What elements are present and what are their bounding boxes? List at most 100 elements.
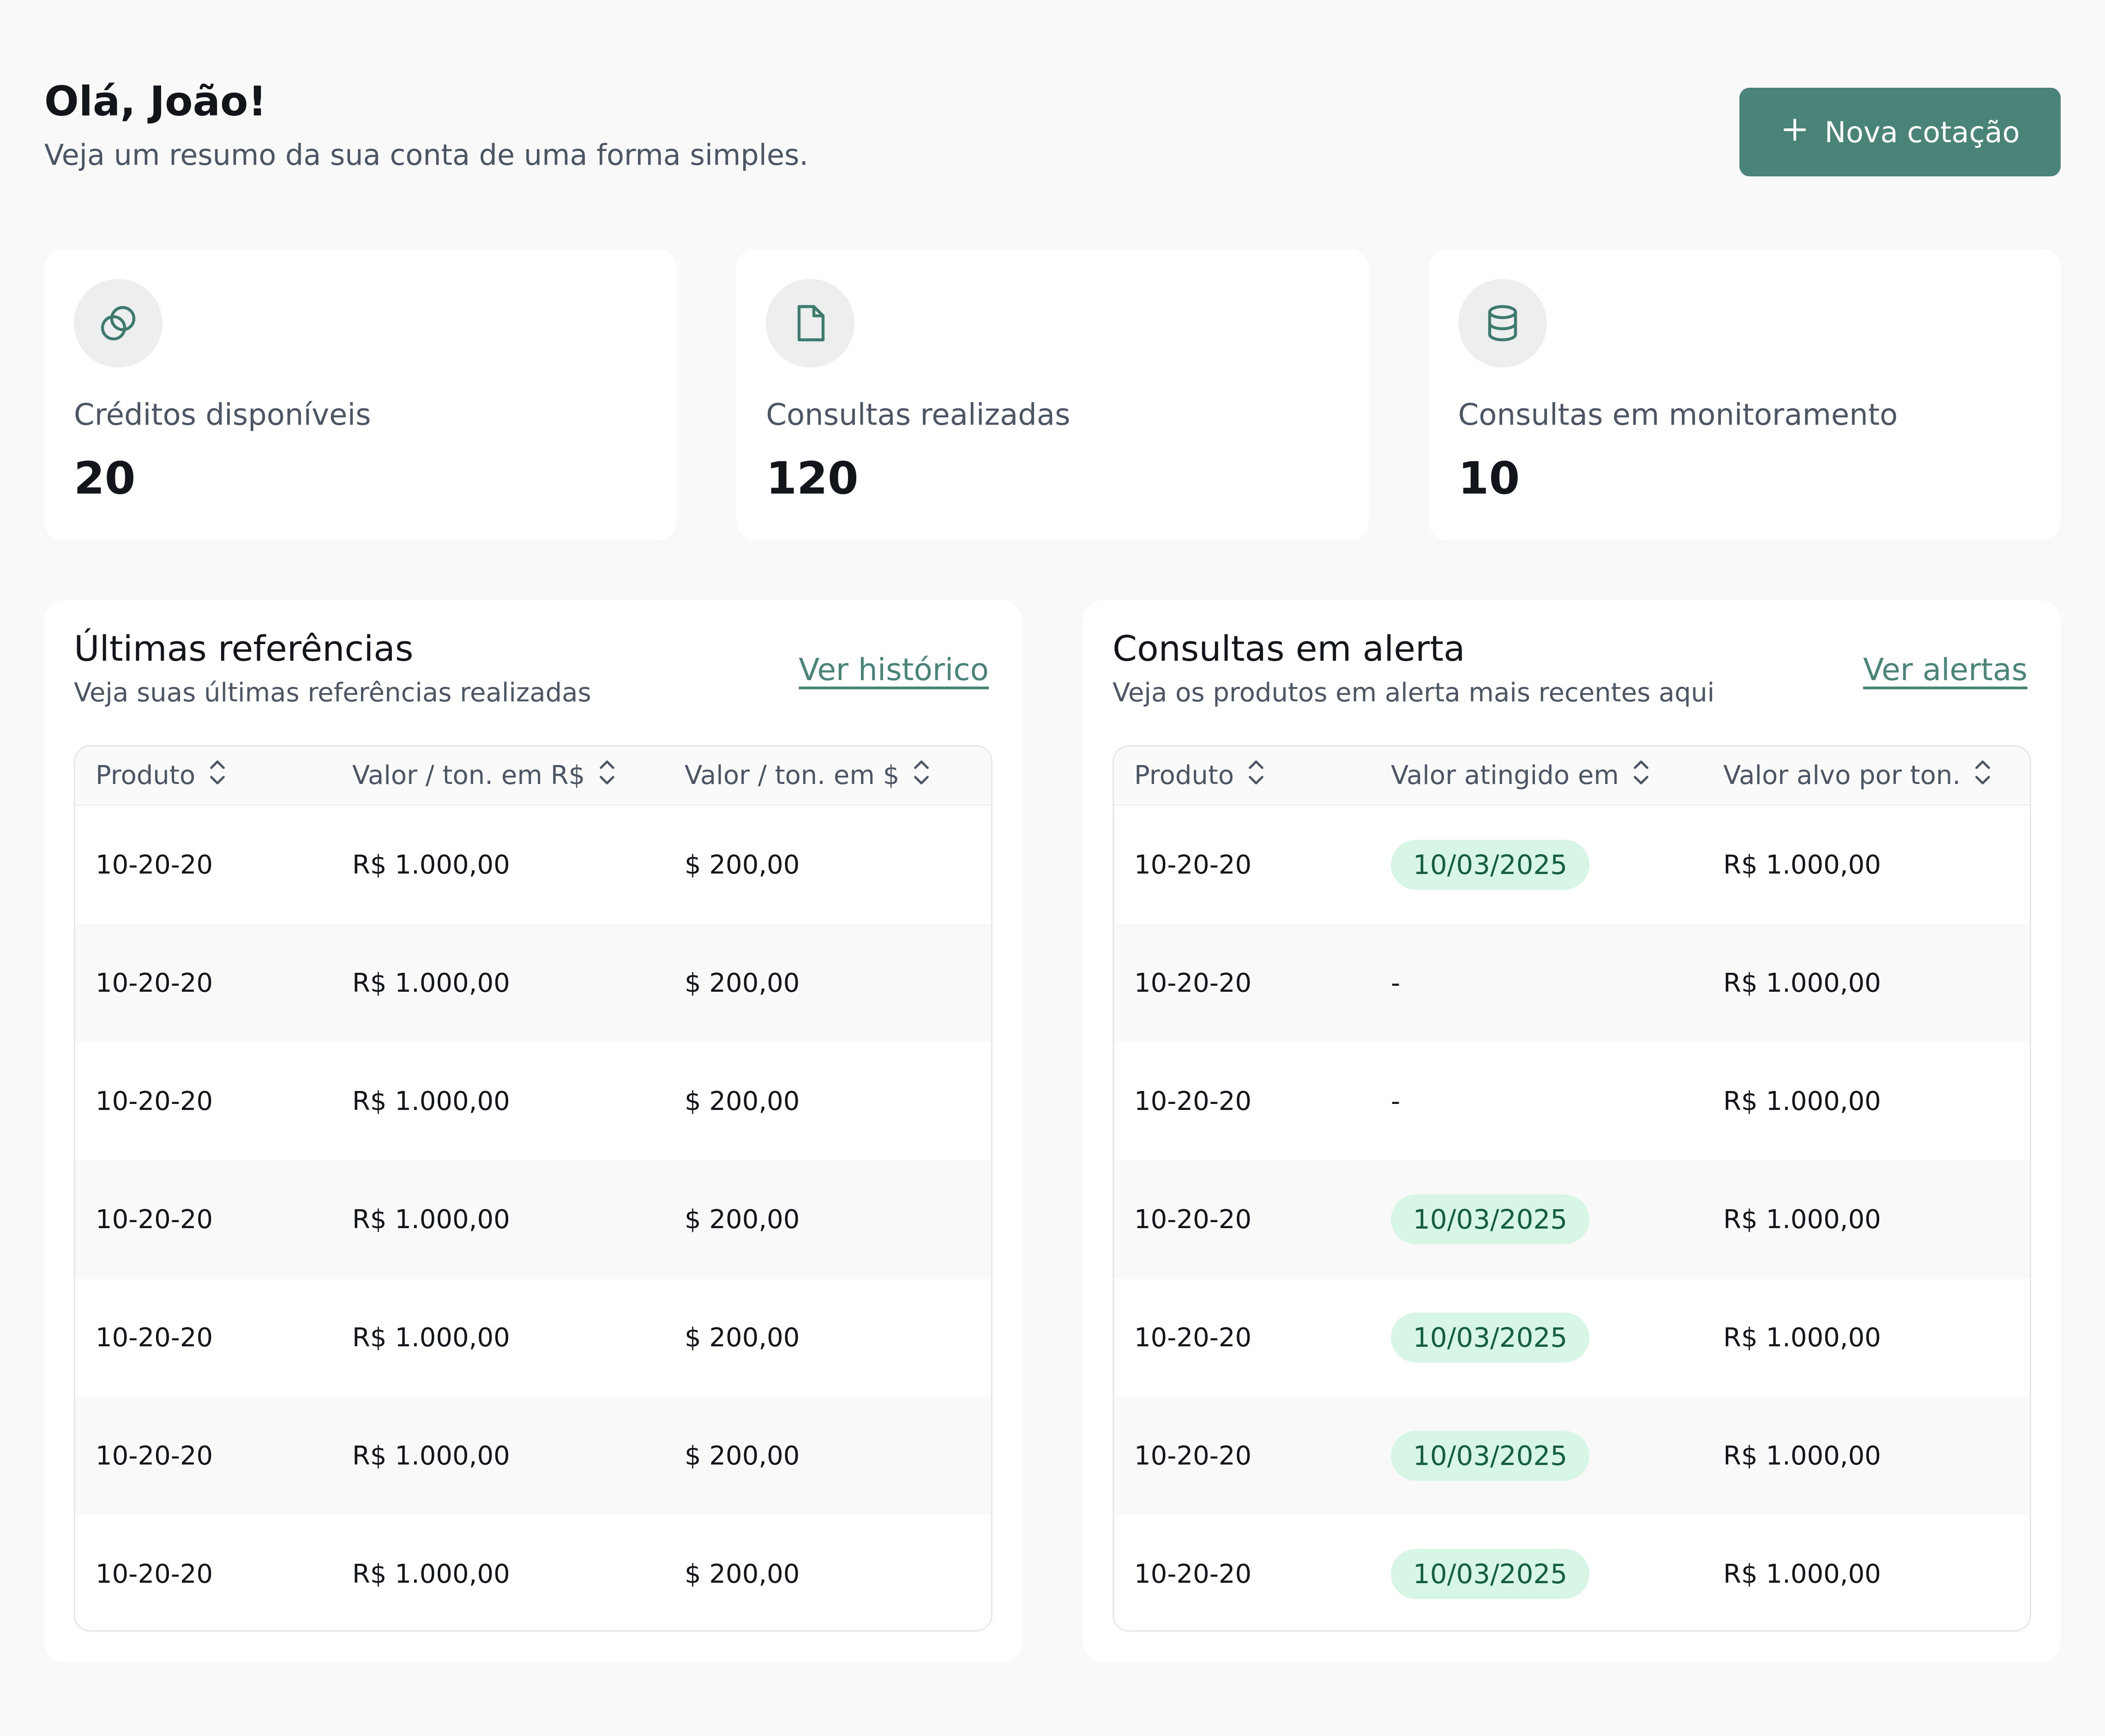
- stat-value: 20: [74, 452, 136, 504]
- column-header[interactable]: Valor / ton. em R$: [352, 759, 685, 793]
- stat-value: 120: [766, 452, 859, 504]
- coins-icon: [74, 279, 162, 368]
- date-badge: 10/03/2025: [1391, 840, 1590, 890]
- table-row[interactable]: 10-20-20 R$ 1.000,00 $ 200,00: [75, 806, 991, 924]
- column-header[interactable]: Valor / ton. em $: [685, 759, 989, 793]
- table-row[interactable]: 10-20-20 10/03/2025 R$ 1.000,00: [1114, 806, 2030, 924]
- cell-product: 10-20-20: [96, 1086, 213, 1116]
- cell-reached-date: 10/03/2025: [1391, 1431, 1723, 1481]
- date-badge: 10/03/2025: [1391, 1194, 1590, 1244]
- cell-value-usd: $ 200,00: [685, 1086, 800, 1116]
- sort-icon: [208, 759, 227, 793]
- alerts-panel: Consultas em alerta Veja os produtos em …: [1083, 600, 2061, 1662]
- table-row[interactable]: 10-20-20 10/03/2025 R$ 1.000,00: [1114, 1160, 2030, 1278]
- stat-card-queries: Consultas realizadas 120: [736, 249, 1369, 540]
- cell-product: 10-20-20: [1134, 1086, 1252, 1116]
- references-table: Produto Valor / ton. em R$ Valor / ton. …: [74, 745, 992, 1632]
- cell-product: 10-20-20: [1134, 850, 1252, 880]
- cell-value-usd: $ 200,00: [685, 1559, 800, 1589]
- file-icon: [766, 279, 855, 368]
- view-history-link[interactable]: Ver histórico: [799, 652, 989, 687]
- column-header[interactable]: Produto: [1114, 759, 1391, 793]
- stat-card-monitoring: Consultas em monitoramento 10: [1428, 249, 2061, 540]
- table-row[interactable]: 10-20-20 10/03/2025 R$ 1.000,00: [1114, 1397, 2030, 1515]
- plus-icon: [1780, 109, 1810, 151]
- cell-product: 10-20-20: [1134, 968, 1252, 998]
- table-row[interactable]: 10-20-20 R$ 1.000,00 $ 200,00: [75, 1160, 991, 1278]
- cell-product: 10-20-20: [1134, 1322, 1252, 1353]
- sort-icon: [598, 759, 616, 793]
- stat-label: Consultas em monitoramento: [1458, 398, 1898, 432]
- alerts-title: Consultas em alerta: [1113, 628, 1465, 669]
- cell-product: 10-20-20: [96, 1204, 213, 1235]
- table-header: Produto Valor atingido em Valor alvo por…: [1114, 747, 2030, 806]
- date-badge: 10/03/2025: [1391, 1431, 1590, 1481]
- references-title: Últimas referências: [74, 628, 414, 669]
- cell-product: 10-20-20: [96, 850, 213, 880]
- cell-value-usd: $ 200,00: [685, 1322, 800, 1353]
- cell-product: 10-20-20: [96, 1441, 213, 1471]
- table-row[interactable]: 10-20-20 - R$ 1.000,00: [1114, 924, 2030, 1042]
- cell-reached-date: -: [1391, 968, 1401, 998]
- column-header[interactable]: Valor alvo por ton.: [1723, 759, 2028, 793]
- cell-product: 10-20-20: [1134, 1441, 1252, 1471]
- table-row[interactable]: 10-20-20 R$ 1.000,00 $ 200,00: [75, 1278, 991, 1397]
- date-badge: 10/03/2025: [1391, 1549, 1590, 1599]
- new-quote-button[interactable]: Nova cotação: [1739, 88, 2061, 176]
- new-quote-label: Nova cotação: [1824, 115, 2020, 149]
- cell-product: 10-20-20: [96, 1322, 213, 1353]
- page-header: Olá, João! Veja um resumo da sua conta d…: [44, 74, 2061, 194]
- cell-value-usd: $ 200,00: [685, 850, 800, 880]
- table-body: 10-20-20 10/03/2025 R$ 1.000,00 10-20-20…: [1114, 806, 2030, 1630]
- table-row[interactable]: 10-20-20 R$ 1.000,00 $ 200,00: [75, 1515, 991, 1630]
- table-body: 10-20-20 R$ 1.000,00 $ 200,00 10-20-20 R…: [75, 806, 991, 1630]
- cell-value-brl: R$ 1.000,00: [352, 1322, 510, 1353]
- alerts-table: Produto Valor atingido em Valor alvo por…: [1113, 745, 2031, 1632]
- column-header[interactable]: Produto: [75, 759, 352, 793]
- references-panel: Últimas referências Veja suas últimas re…: [44, 600, 1022, 1662]
- cell-value-usd: $ 200,00: [685, 1204, 800, 1235]
- column-header[interactable]: Valor atingido em: [1391, 759, 1723, 793]
- cell-target-value: R$ 1.000,00: [1723, 1441, 1881, 1471]
- sort-icon: [1247, 759, 1265, 793]
- cell-value-brl: R$ 1.000,00: [352, 1086, 510, 1116]
- cell-value-brl: R$ 1.000,00: [352, 1559, 510, 1589]
- cell-reached-date: 10/03/2025: [1391, 1313, 1723, 1362]
- cell-value-usd: $ 200,00: [685, 1441, 800, 1471]
- cell-reached-date: 10/03/2025: [1391, 1549, 1723, 1599]
- cell-product: 10-20-20: [1134, 1559, 1252, 1589]
- references-subtitle: Veja suas últimas referências realizadas: [74, 678, 591, 708]
- sort-icon: [1973, 759, 1992, 793]
- stat-label: Créditos disponíveis: [74, 398, 371, 432]
- cell-value-brl: R$ 1.000,00: [352, 1441, 510, 1471]
- cell-value-usd: $ 200,00: [685, 968, 800, 998]
- cell-reached-date: -: [1391, 1086, 1401, 1116]
- cell-product: 10-20-20: [96, 968, 213, 998]
- cell-value-brl: R$ 1.000,00: [352, 1204, 510, 1235]
- table-row[interactable]: 10-20-20 10/03/2025 R$ 1.000,00: [1114, 1278, 2030, 1397]
- table-row[interactable]: 10-20-20 R$ 1.000,00 $ 200,00: [75, 1042, 991, 1160]
- stat-value: 10: [1458, 452, 1520, 504]
- cell-reached-date: 10/03/2025: [1391, 1194, 1723, 1244]
- table-row[interactable]: 10-20-20 R$ 1.000,00 $ 200,00: [75, 924, 991, 1042]
- table-row[interactable]: 10-20-20 10/03/2025 R$ 1.000,00: [1114, 1515, 2030, 1630]
- cell-target-value: R$ 1.000,00: [1723, 1322, 1881, 1353]
- table-header: Produto Valor / ton. em R$ Valor / ton. …: [75, 747, 991, 806]
- view-alerts-link[interactable]: Ver alertas: [1863, 652, 2027, 687]
- alerts-subtitle: Veja os produtos em alerta mais recentes…: [1113, 678, 1715, 708]
- cell-target-value: R$ 1.000,00: [1723, 850, 1881, 880]
- cell-reached-date: 10/03/2025: [1391, 840, 1723, 890]
- table-row[interactable]: 10-20-20 R$ 1.000,00 $ 200,00: [75, 1397, 991, 1515]
- cell-product: 10-20-20: [96, 1559, 213, 1589]
- cell-target-value: R$ 1.000,00: [1723, 1204, 1881, 1235]
- cell-target-value: R$ 1.000,00: [1723, 968, 1881, 998]
- stat-card-credits: Créditos disponíveis 20: [44, 249, 677, 540]
- stat-label: Consultas realizadas: [766, 398, 1071, 432]
- database-icon: [1458, 279, 1547, 368]
- date-badge: 10/03/2025: [1391, 1313, 1590, 1362]
- cell-value-brl: R$ 1.000,00: [352, 968, 510, 998]
- cell-product: 10-20-20: [1134, 1204, 1252, 1235]
- table-row[interactable]: 10-20-20 - R$ 1.000,00: [1114, 1042, 2030, 1160]
- cell-value-brl: R$ 1.000,00: [352, 850, 510, 880]
- sort-icon: [1632, 759, 1650, 793]
